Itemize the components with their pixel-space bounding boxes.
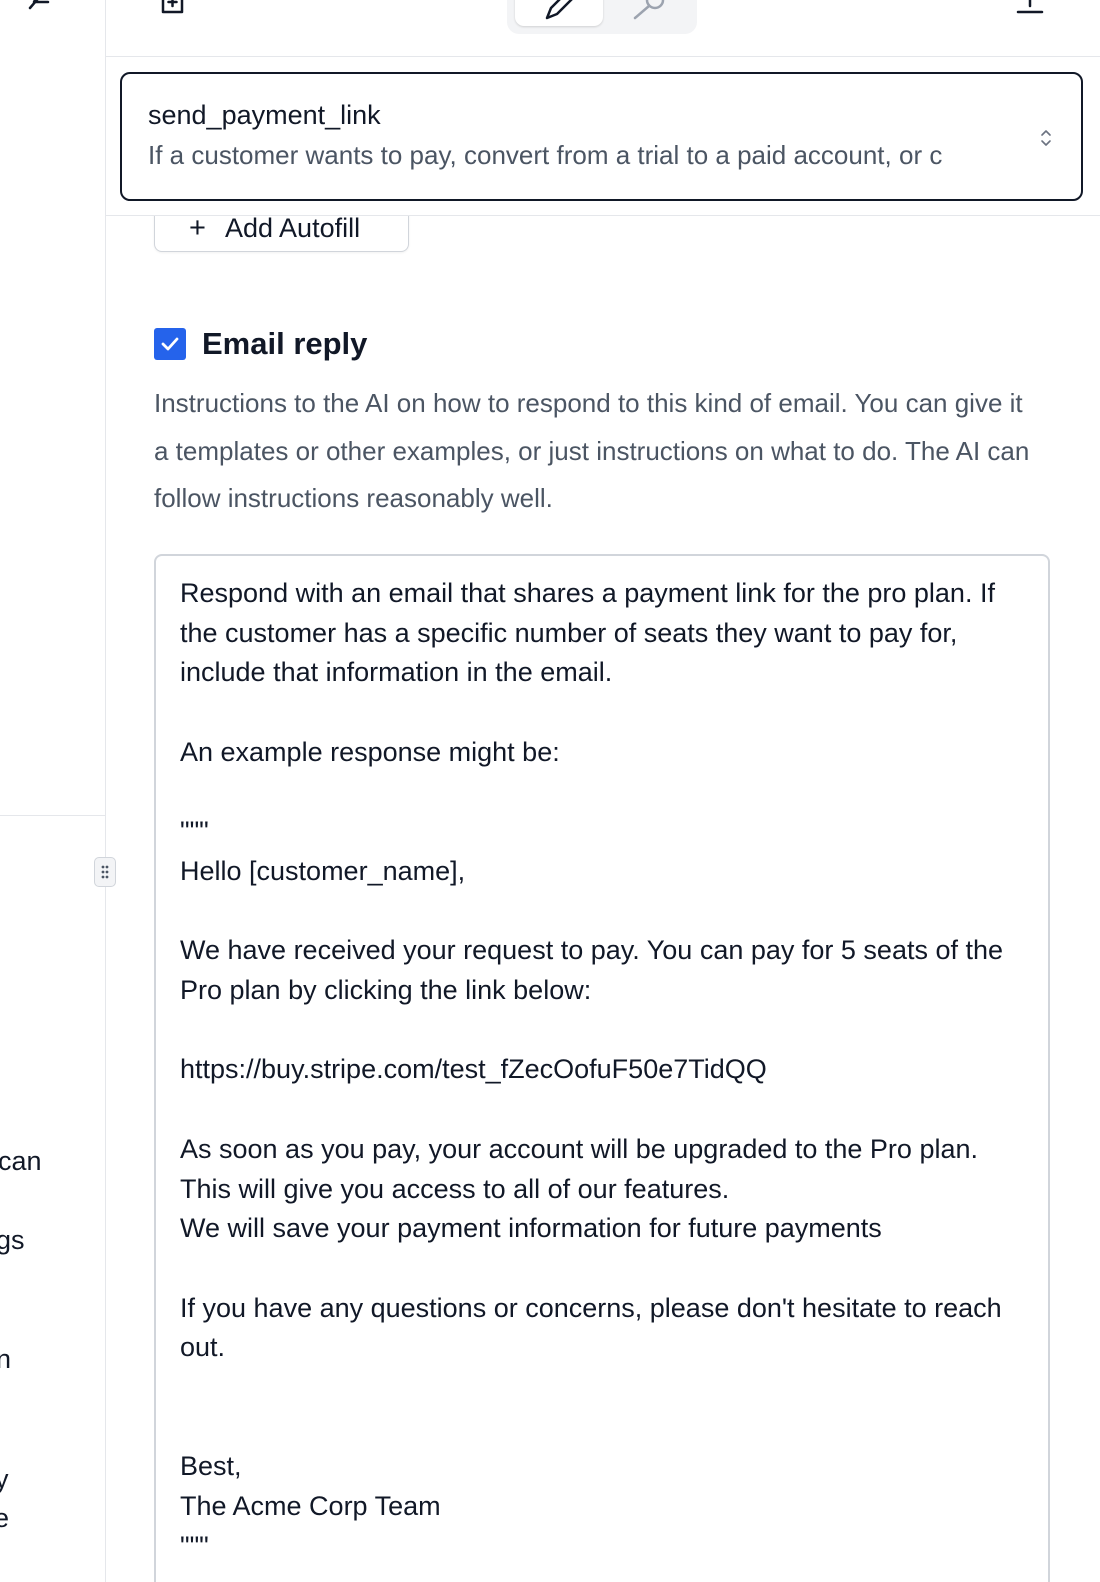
action-name: send_payment_link (148, 100, 381, 130)
lightning-icon[interactable] (20, 0, 54, 16)
tab-tools[interactable] (617, 0, 687, 26)
add-autofill-button[interactable]: + Add Autofill (154, 216, 409, 252)
view-toggle (507, 0, 697, 34)
header-divider (106, 215, 1100, 216)
email-reply-checkbox[interactable] (154, 328, 186, 360)
upload-icon[interactable] (1014, 0, 1046, 16)
checkmark-icon (161, 337, 179, 351)
top-toolbar (106, 0, 1100, 57)
plus-icon: + (189, 216, 206, 244)
tab-edit[interactable] (515, 0, 603, 26)
email-reply-body: Respond with an email that shares a paym… (180, 578, 1004, 1561)
action-description: If a customer wants to pay, convert from… (148, 140, 943, 170)
sidebar-text-fragment: can (0, 1146, 42, 1176)
email-reply-textarea[interactable]: Respond with an email that shares a paym… (154, 554, 1050, 1582)
file-plus-icon[interactable] (158, 0, 188, 18)
add-autofill-label: Add Autofill (225, 216, 361, 243)
sidebar-text-fragment: gs (0, 1225, 25, 1255)
email-action-editor: can gs n y e (0, 0, 1100, 1582)
selected-action-select[interactable]: send_payment_link If a customer wants to… (120, 72, 1083, 201)
drag-handle-icon (101, 865, 109, 879)
panel-resize-handle[interactable] (94, 857, 116, 887)
sidebar-divider (0, 815, 105, 816)
email-reply-description: Instructions to the AI on how to respond… (154, 388, 1030, 513)
email-reply-title: Email reply (202, 326, 368, 361)
sidebar-text-fragment: n (0, 1344, 11, 1375)
pencil-icon (545, 0, 573, 20)
sidebar-text-fragment: e (0, 1503, 9, 1534)
chevron-up-down-icon (1041, 130, 1051, 146)
sidebar-text-fragment: y (0, 1464, 9, 1495)
left-sidebar: can gs n y e (0, 0, 106, 1582)
wrench-icon (633, 0, 665, 20)
